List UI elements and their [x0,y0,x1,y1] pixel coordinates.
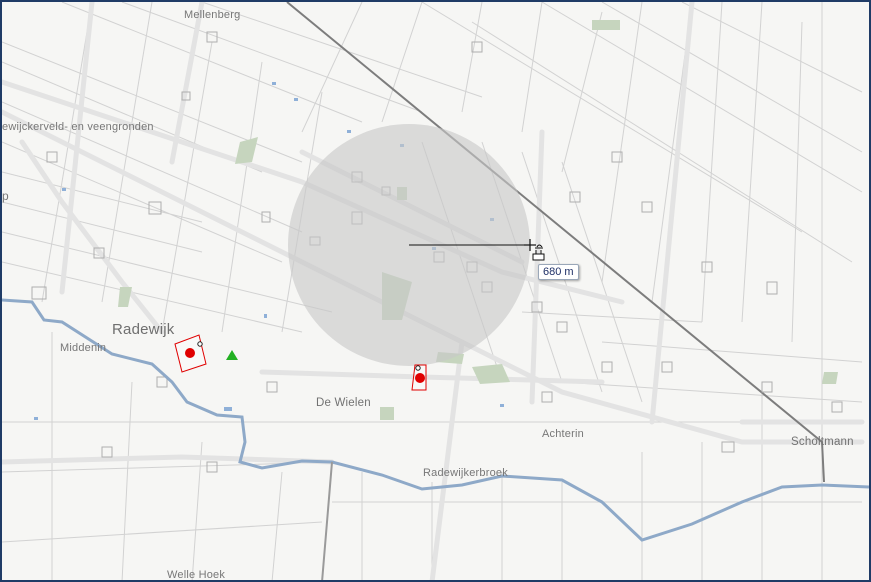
place-label-welle-hoek: Welle Hoek [167,569,226,581]
place-label-mellenberg: Mellenberg [184,9,241,21]
map-frame: Mellenberg ewijckerveld- en veengronden … [0,0,871,582]
green-triangle-marker-icon[interactable] [226,350,238,360]
place-label-de-wielen: De Wielen [316,397,371,409]
place-label-achterin: Achterin [542,428,584,440]
place-label-veengronden: ewijckerveld- en veengronden [2,121,154,133]
radius-distance-label: 680 m [538,264,579,280]
location-marker-2[interactable] [411,364,427,391]
place-label-scholtmann: Scholtmann [791,436,854,448]
place-label-middenin: Middenin [60,342,107,354]
road-grey-curve [321,461,333,580]
place-label-p: p [2,189,9,203]
place-label-radewijk: Radewijk [112,321,175,338]
place-label-radewijkerbroek: Radewijkerbroek [423,467,508,479]
map-canvas[interactable] [2,2,869,580]
location-marker-1[interactable] [174,334,207,373]
